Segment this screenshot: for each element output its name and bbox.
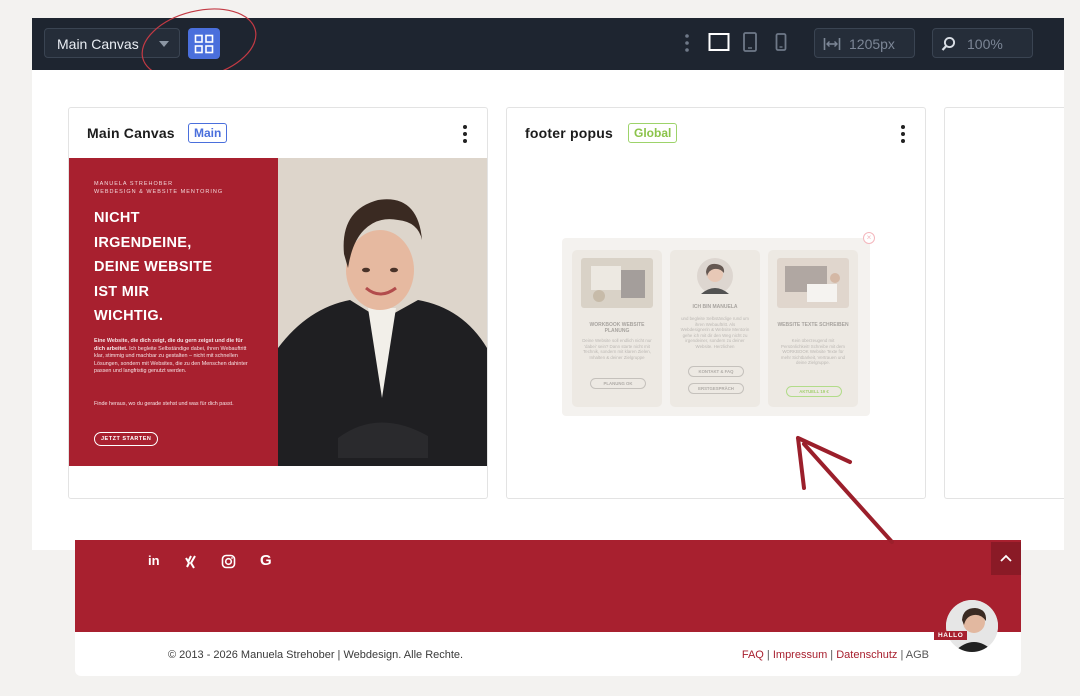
canvas-width-value: 1205px	[849, 36, 895, 52]
popup-column: WEBSITE TEXTE SCHREIBEN Kein überzeugend…	[768, 250, 858, 407]
zoom-field[interactable]: 100%	[932, 28, 1033, 58]
xing-icon[interactable]	[185, 555, 197, 569]
popup-button: ERSTGESPRÄCH	[688, 383, 744, 394]
canvas-workspace: Main Canvas Main MANUELA STREHOBER WEBDE…	[32, 70, 1064, 550]
zoom-icon	[941, 36, 956, 51]
annotation-arrow	[796, 436, 894, 544]
zoom-value: 100%	[967, 36, 1003, 52]
datenschutz-link[interactable]: Datenschutz	[836, 649, 897, 661]
linkedin-icon[interactable]: in	[148, 553, 160, 568]
hero-cta-button: JETZT STARTEN	[94, 432, 159, 446]
copyright-text: © 2013 - 2026 Manuela Strehober | Webdes…	[168, 649, 464, 661]
google-icon[interactable]: G	[260, 552, 272, 569]
hero-copy: Eine Website, die dich zeigt, die du ger…	[94, 338, 248, 374]
canvas-preview: MANUELA STREHOBER WEBDESIGN & WEBSITE ME…	[69, 158, 487, 466]
popup-column: WORKBOOK WEBSITE PLANUNG Deine Website s…	[572, 250, 662, 407]
chat-avatar-button[interactable]	[946, 600, 998, 652]
width-icon	[823, 38, 841, 50]
agb-link[interactable]: AGB	[906, 649, 929, 661]
footer-popup-preview: × WORKBOOK WEBSITE PLANUNG Deine Website…	[562, 232, 875, 416]
card-menu-icon[interactable]	[900, 125, 906, 143]
hallo-label: HALLO	[934, 631, 968, 640]
more-vertical-icon[interactable]	[684, 33, 690, 53]
hero-copy-2: Finde heraus, wo du gerade stehst und wa…	[94, 401, 234, 407]
global-badge: Global	[628, 123, 678, 143]
main-badge: Main	[188, 123, 228, 143]
laptop-image	[777, 258, 849, 308]
desktop-icon[interactable]	[708, 31, 730, 53]
close-icon: ×	[863, 232, 875, 244]
canvas-width-field[interactable]: 1205px	[814, 28, 915, 58]
impressum-link[interactable]: Impressum	[773, 649, 827, 661]
canvas-card-partial[interactable]	[944, 107, 1064, 499]
avatar	[697, 258, 733, 294]
card-menu-icon[interactable]	[462, 125, 468, 143]
tablet-icon[interactable]	[742, 31, 758, 53]
canvas-toolbar: Main Canvas 1205px 100%	[32, 8, 1064, 80]
faq-link[interactable]: FAQ	[742, 649, 764, 661]
footer-bottom-bar: © 2013 - 2026 Manuela Strehober | Webdes…	[75, 632, 1021, 676]
footer-links: FAQ | Impressum | Datenschutz | AGB	[741, 649, 929, 661]
hero-headline: NICHT IRGENDEINE, DEINE WEBSITE IST MIR …	[94, 210, 213, 324]
mobile-icon[interactable]	[774, 31, 788, 53]
popup-button: PLANUNG OK	[590, 378, 646, 389]
popup-column: ICH BIN MANUELA und begleite Selbständig…	[670, 250, 760, 407]
popup-button: KONTAKT & FAQ	[688, 366, 744, 377]
scroll-to-top-button[interactable]	[991, 542, 1021, 575]
popup-text: und begleite Selbständige rund um ihren …	[680, 316, 750, 349]
hero-panel: MANUELA STREHOBER WEBDESIGN & WEBSITE ME…	[69, 158, 278, 466]
brand-name: MANUELA STREHOBER WEBDESIGN & WEBSITE ME…	[94, 181, 224, 195]
chevron-up-icon	[1000, 554, 1012, 562]
canvas-select-value: Main Canvas	[57, 36, 139, 52]
workbook-image	[581, 258, 653, 308]
popup-title: WEBSITE TEXTE SCHREIBEN	[777, 322, 849, 328]
site-footer: in G	[75, 540, 1021, 632]
popup-title: ICH BIN MANUELA	[692, 304, 738, 310]
card-title: Main Canvas	[87, 125, 175, 141]
card-title: footer popus	[525, 125, 613, 141]
popup-button: AKTUELL 19 €	[786, 386, 842, 397]
popup-text: Kein überzeugend mit Persönlichkeit! Sch…	[780, 338, 846, 366]
canvas-card-main[interactable]: Main Canvas Main MANUELA STREHOBER WEBDE…	[68, 107, 488, 499]
portrait-photo	[278, 158, 487, 466]
instagram-icon[interactable]	[221, 554, 236, 569]
popup-title: WORKBOOK WEBSITE PLANUNG	[589, 322, 645, 334]
popup-text: Deine Website soll endlich nicht nur 'da…	[582, 338, 652, 360]
